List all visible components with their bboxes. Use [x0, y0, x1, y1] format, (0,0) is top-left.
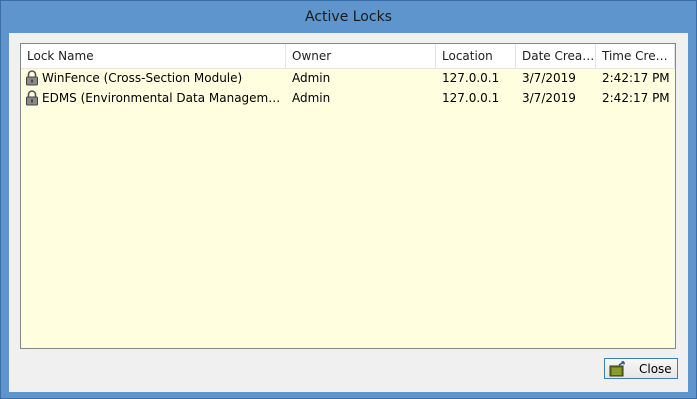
close-button[interactable]: Close [604, 358, 678, 379]
lock-name-cell: EDMS (Environmental Data Management S... [21, 88, 286, 108]
owner-cell: Admin [292, 91, 331, 105]
lock-name-cell: WinFence (Cross-Section Module) [21, 68, 286, 88]
padlock-icon [26, 90, 38, 106]
column-header-location[interactable]: Location [436, 44, 516, 68]
lock-name-text: WinFence (Cross-Section Module) [42, 71, 243, 85]
location-cell: 127.0.0.1 [442, 91, 500, 105]
title-bar[interactable]: Active Locks [1, 1, 696, 33]
owner-cell: Admin [292, 71, 331, 85]
time-created-cell: 2:42:17 PM [602, 91, 670, 105]
locks-list[interactable]: Lock Name Owner Location Date Created Ti… [20, 43, 676, 349]
column-header-date-created[interactable]: Date Created [516, 44, 596, 68]
window-title: Active Locks [305, 9, 392, 25]
column-header-time-created[interactable]: Time Creat... [596, 44, 675, 68]
date-created-cell: 3/7/2019 [522, 71, 576, 85]
table-row[interactable]: EDMS (Environmental Data Management S...… [21, 88, 675, 108]
active-locks-window: Active Locks Lock Name Owner Location Da… [0, 0, 697, 399]
close-button-label: Close [639, 361, 672, 376]
location-cell: 127.0.0.1 [442, 71, 500, 85]
dialog-client-area: Lock Name Owner Location Date Created Ti… [9, 33, 688, 392]
date-created-cell: 3/7/2019 [522, 91, 576, 105]
table-row[interactable]: WinFence (Cross-Section Module) Admin 12… [21, 68, 675, 88]
lock-name-text: EDMS (Environmental Data Management S... [42, 91, 286, 105]
column-header-lock-name[interactable]: Lock Name [21, 44, 286, 68]
time-created-cell: 2:42:17 PM [602, 71, 670, 85]
exit-door-icon [609, 360, 625, 376]
list-header: Lock Name Owner Location Date Created Ti… [21, 44, 675, 69]
column-header-owner[interactable]: Owner [286, 44, 436, 68]
padlock-icon [26, 70, 38, 86]
